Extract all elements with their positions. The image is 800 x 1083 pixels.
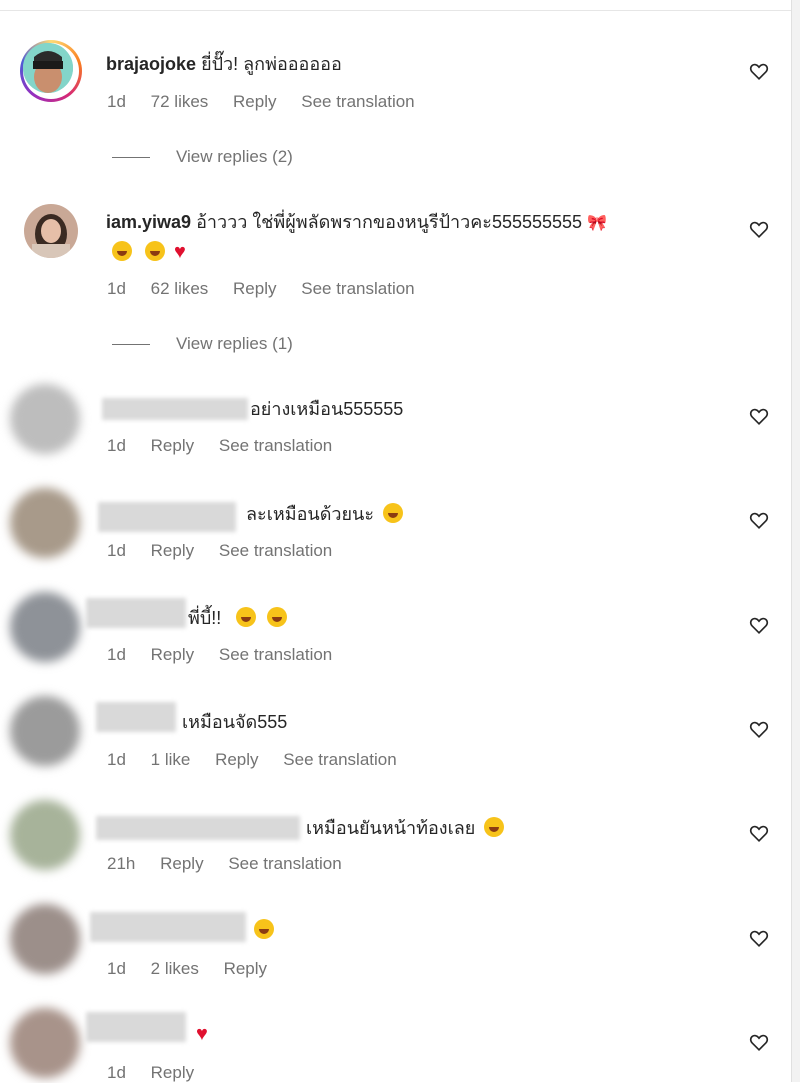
comment-text: พี่บี้!!	[188, 608, 222, 628]
laughing-emoji	[145, 241, 166, 261]
see-translation-button[interactable]: See translation	[219, 645, 332, 664]
username[interactable]: brajaojoke	[106, 54, 196, 74]
avatar[interactable]	[10, 592, 80, 662]
comment-text: อย่างเหมือน555555	[250, 399, 404, 419]
reply-button[interactable]: Reply	[151, 1063, 194, 1082]
comment-time[interactable]: 21h	[107, 854, 135, 873]
redacted-username	[98, 502, 236, 532]
redacted-username	[96, 816, 300, 840]
emoji-row: ♥	[108, 240, 186, 264]
comment-time[interactable]: 1d	[107, 750, 126, 769]
comment-time[interactable]: 1d	[107, 92, 126, 111]
comment-text: ละเหมือนด้วยนะ	[246, 504, 375, 524]
see-translation-button[interactable]: See translation	[301, 279, 414, 298]
avatar[interactable]	[10, 1008, 80, 1078]
redacted-username	[90, 912, 246, 942]
avatar-story-ring[interactable]	[20, 40, 82, 102]
redacted-username	[86, 1012, 186, 1042]
comment-time[interactable]: 1d	[107, 541, 126, 560]
laughing-emoji	[267, 607, 288, 627]
comment-text: ยี่ปั๊ว! ลูกพ่ออออออ	[201, 54, 342, 74]
heart-outline-icon[interactable]	[748, 509, 770, 531]
reply-button[interactable]: Reply	[160, 854, 203, 873]
reply-button[interactable]: Reply	[151, 645, 194, 664]
likes-count[interactable]: 62 likes	[151, 279, 209, 298]
likes-count[interactable]: 72 likes	[151, 92, 209, 111]
likes-count[interactable]: 2 likes	[151, 959, 199, 978]
redacted-username	[96, 702, 176, 732]
redacted-username	[102, 398, 248, 420]
laughing-emoji	[484, 817, 505, 837]
comment-text: เหมือนจัด555	[182, 712, 288, 732]
comment-time[interactable]: 1d	[107, 436, 126, 455]
comment-text: อ้าววว ใช่พี่ผู้พลัดพรากของหนูรีป้าวคะ55…	[196, 212, 583, 232]
reply-button[interactable]: Reply	[233, 92, 276, 111]
see-translation-button[interactable]: See translation	[301, 92, 414, 111]
comment-time[interactable]: 1d	[107, 1063, 126, 1082]
likes-count[interactable]: 1 like	[151, 750, 191, 769]
see-translation-button[interactable]: See translation	[219, 436, 332, 455]
heart-outline-icon[interactable]	[748, 614, 770, 636]
laughing-emoji	[383, 503, 404, 523]
reply-button[interactable]: Reply	[224, 959, 267, 978]
replies-divider	[112, 344, 150, 346]
view-replies-button[interactable]: View replies (1)	[112, 334, 293, 354]
heart-outline-icon[interactable]	[748, 718, 770, 740]
heart-outline-icon[interactable]	[748, 218, 770, 240]
comment-time[interactable]: 1d	[107, 279, 126, 298]
comment-time[interactable]: 1d	[107, 645, 126, 664]
avatar[interactable]	[10, 384, 80, 454]
heart-outline-icon[interactable]	[748, 405, 770, 427]
avatar	[23, 43, 73, 93]
reply-button[interactable]: Reply	[151, 436, 194, 455]
laughing-emoji	[112, 241, 132, 261]
avatar[interactable]	[10, 488, 80, 558]
see-translation-button[interactable]: See translation	[283, 750, 396, 769]
redacted-username	[86, 598, 186, 628]
heart-outline-icon[interactable]	[748, 822, 770, 844]
scrollbar-track[interactable]	[791, 0, 800, 1082]
reply-button[interactable]: Reply	[215, 750, 258, 769]
replies-divider	[112, 157, 150, 159]
avatar[interactable]	[10, 800, 80, 870]
red-heart-emoji: ♥	[196, 1023, 208, 1045]
avatar[interactable]	[10, 904, 80, 974]
username[interactable]: iam.yiwa9	[106, 212, 191, 232]
see-translation-button[interactable]: See translation	[228, 854, 341, 873]
see-translation-button[interactable]: See translation	[219, 541, 332, 560]
avatar[interactable]	[10, 696, 80, 766]
top-divider	[0, 0, 792, 11]
heart-outline-icon[interactable]	[748, 60, 770, 82]
comment-text: เหมือนยันหน้าท้องเลย	[306, 818, 476, 838]
reply-button[interactable]: Reply	[233, 279, 276, 298]
view-replies-button[interactable]: View replies (2)	[112, 147, 293, 167]
comment-time[interactable]: 1d	[107, 959, 126, 978]
reply-button[interactable]: Reply	[151, 541, 194, 560]
red-heart-emoji: ♥	[174, 241, 186, 263]
laughing-emoji	[236, 607, 257, 627]
heart-outline-icon[interactable]	[748, 927, 770, 949]
avatar[interactable]	[24, 204, 78, 258]
laughing-emoji	[254, 919, 274, 939]
bow-emoji: 🎀	[587, 215, 607, 232]
heart-outline-icon[interactable]	[748, 1031, 770, 1053]
